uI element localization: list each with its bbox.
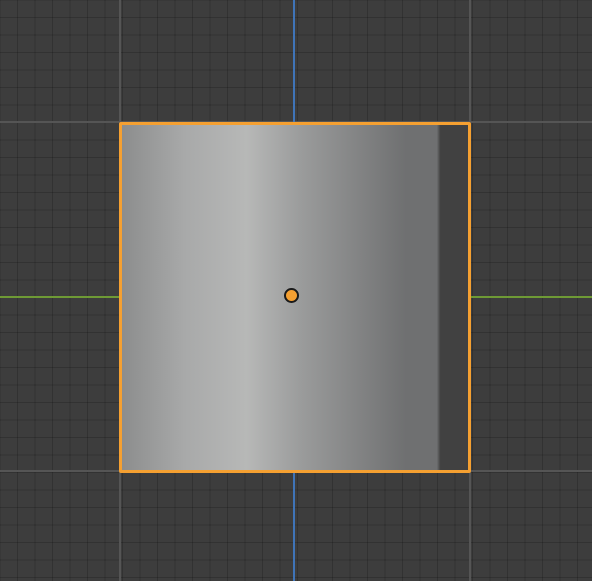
3d-viewport[interactable] (0, 0, 592, 581)
object-origin-point[interactable] (284, 288, 299, 303)
